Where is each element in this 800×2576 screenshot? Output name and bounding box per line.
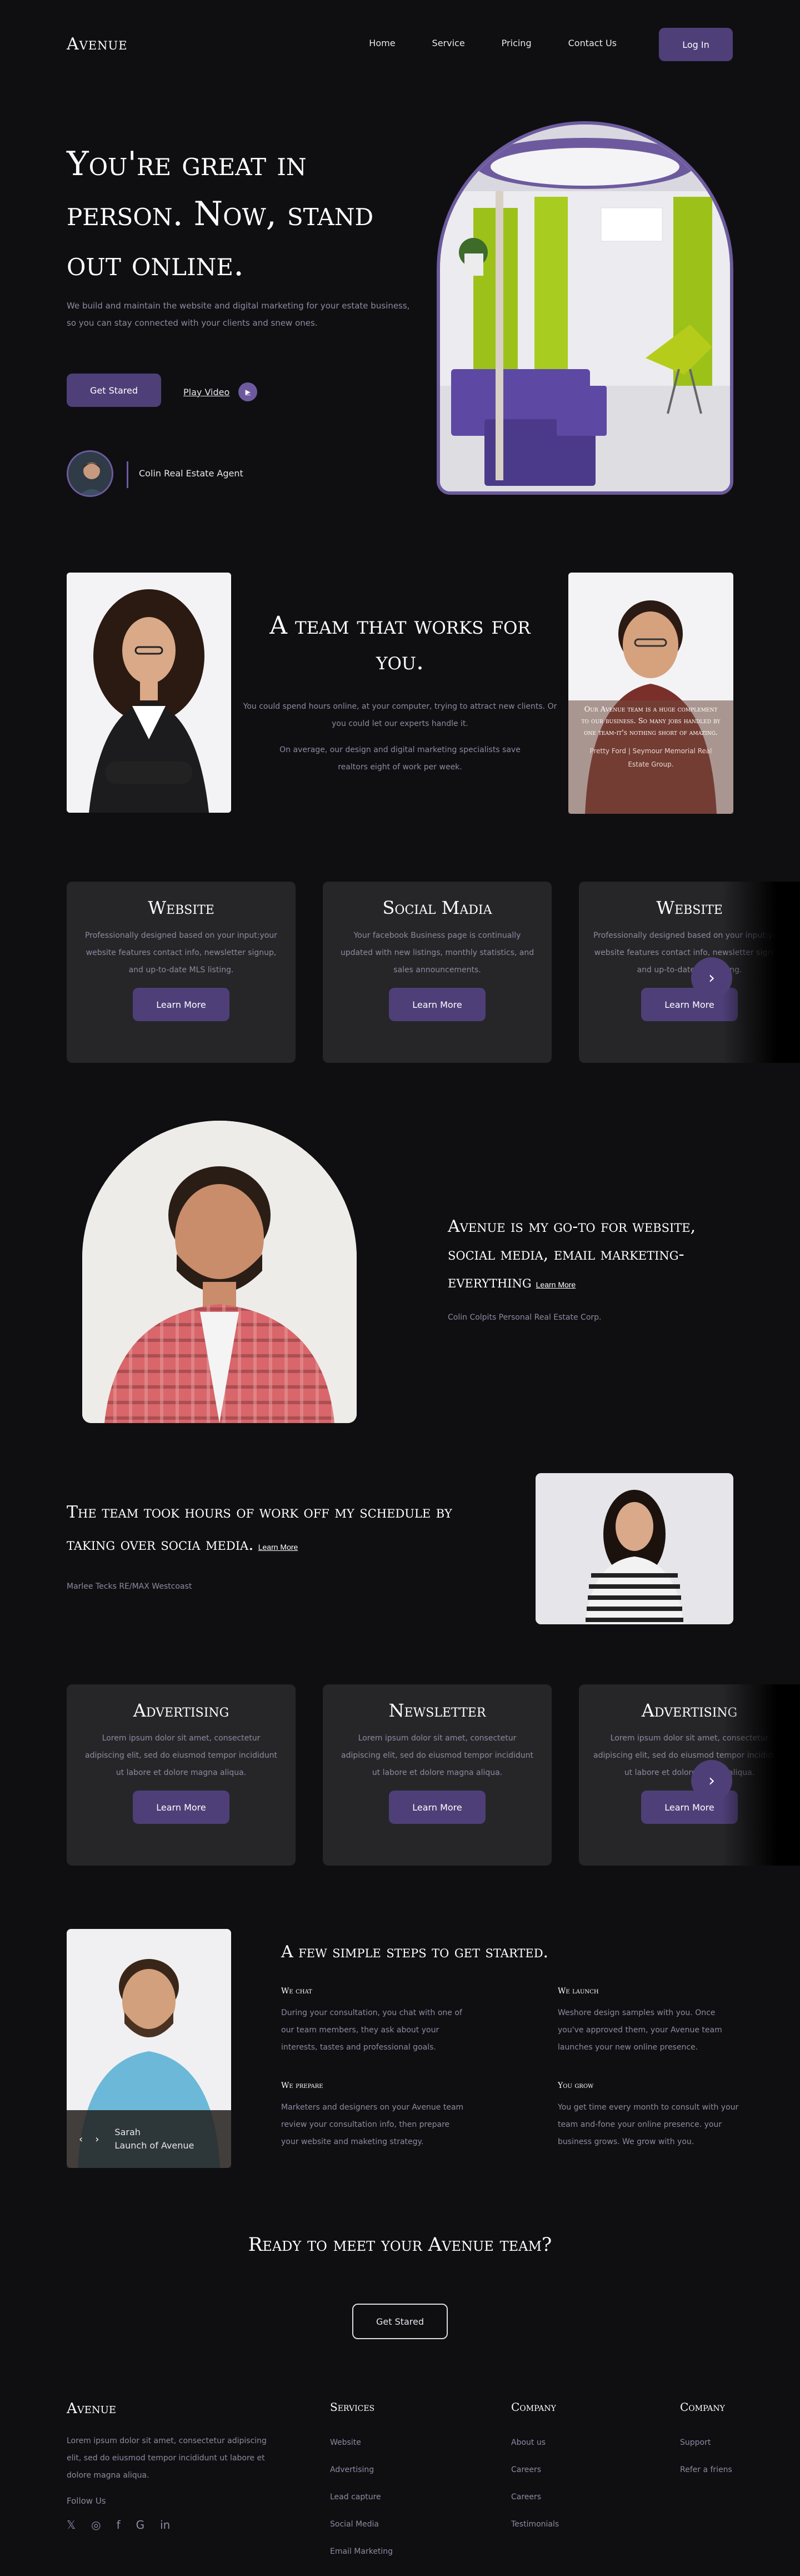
testimonial-photo-woman bbox=[536, 1473, 733, 1624]
step-text: Weshore design samples with you. Once yo… bbox=[558, 2008, 722, 2052]
member-role: Launch of Avenue bbox=[114, 2140, 194, 2151]
step-you-grow: You grow You get time every month to con… bbox=[558, 2081, 741, 2151]
footer-link[interactable]: Advertising bbox=[330, 2456, 393, 2484]
hero-room-image bbox=[437, 121, 733, 495]
get-started-button-2[interactable]: Get Stared bbox=[352, 2304, 448, 2339]
step-text: During your consultation, you chat with … bbox=[281, 2008, 462, 2052]
service-card-social-media: Social Madia Your facebook Business page… bbox=[323, 882, 552, 1063]
learn-more-button[interactable]: Learn More bbox=[133, 1791, 229, 1824]
hero-description: We build and maintain the website and di… bbox=[67, 301, 410, 328]
footer-col-title: Company bbox=[511, 2400, 556, 2414]
step-text: Marketers and designers on your Avenue t… bbox=[281, 2103, 464, 2146]
learn-more-link[interactable]: Learn More bbox=[536, 1280, 576, 1289]
footer-link[interactable]: Website bbox=[330, 2429, 393, 2456]
service-card-website: Website Professionally designed based on… bbox=[67, 882, 296, 1063]
step-title: We launch bbox=[558, 1987, 599, 1996]
chevron-left-icon[interactable]: ‹ bbox=[79, 2134, 83, 2145]
footer-link[interactable]: About us bbox=[511, 2429, 559, 2456]
chevron-right-icon[interactable]: › bbox=[691, 957, 732, 998]
instagram-icon[interactable]: ◎ bbox=[91, 2518, 101, 2532]
logo[interactable]: Avenue bbox=[67, 34, 128, 54]
learn-more-button[interactable]: Learn More bbox=[133, 988, 229, 1021]
testimonial-2: The team took hours of work off my sched… bbox=[67, 1496, 489, 1563]
step-title: You grow bbox=[558, 2081, 594, 2090]
card-title: Advertising bbox=[133, 1700, 229, 1721]
card-title: Newsletter bbox=[388, 1700, 486, 1721]
footer-link[interactable]: Support bbox=[680, 2429, 732, 2456]
quote-text: Our Avenue team is a huge complement to … bbox=[581, 705, 721, 737]
play-icon[interactable]: ▶ bbox=[238, 382, 258, 401]
agent-name: Colin Real Estate Agent bbox=[139, 468, 243, 479]
ready-title: Ready to meet your Avenue team? bbox=[248, 2234, 552, 2256]
step-we-chat: We chat During your consultation, you ch… bbox=[281, 1987, 464, 2056]
play-video-label: Play Video bbox=[183, 386, 230, 397]
learn-more-button[interactable]: Learn More bbox=[389, 988, 486, 1021]
main-nav: Home Service Pricing Contact Us bbox=[369, 38, 617, 48]
step-we-launch: We launch Weshore design samples with yo… bbox=[558, 1987, 741, 2056]
footer-link[interactable]: Social Media bbox=[330, 2511, 393, 2538]
login-button[interactable]: Log In bbox=[659, 28, 733, 61]
testimonial-author: Marlee Tecks RE/MAX Westcoast bbox=[67, 1582, 192, 1591]
nav-service[interactable]: Service bbox=[432, 38, 465, 48]
footer-link[interactable]: Email Marketing bbox=[330, 2538, 393, 2565]
card-description: Your facebook Business page is continual… bbox=[340, 931, 534, 974]
footer-link[interactable]: Testimonials bbox=[511, 2511, 559, 2538]
testimonial-1: Avenue is my go-to for website, social m… bbox=[448, 1213, 737, 1299]
footer-link[interactable]: Careers bbox=[511, 2456, 559, 2484]
card-description: Lorem ipsum dolor sit amet, consectetur … bbox=[341, 1734, 533, 1777]
steps-title: A few simple steps to get started. bbox=[281, 1942, 549, 1962]
footer-description: Lorem ipsum dolor sit amet, consectetur … bbox=[67, 2436, 267, 2480]
team-photo-woman bbox=[67, 573, 231, 813]
footer-link[interactable]: Refer a friens bbox=[680, 2456, 732, 2484]
carousel-fade bbox=[722, 1684, 800, 1866]
nav-pricing[interactable]: Pricing bbox=[502, 38, 532, 48]
card-title: Website bbox=[148, 897, 214, 918]
team-title: A team that works for you. bbox=[269, 611, 531, 675]
card-description: Professionally designed based on your in… bbox=[85, 931, 277, 974]
team-paragraph-2: On average, our design and digital marke… bbox=[279, 745, 521, 772]
chevron-right-icon[interactable]: › bbox=[95, 2134, 99, 2145]
step-we-prepare: We prepare Marketers and designers on yo… bbox=[281, 2081, 464, 2151]
follow-us-label: Follow Us bbox=[67, 2496, 106, 2506]
footer-services: Services Website Advertising Lead captur… bbox=[330, 2400, 393, 2565]
card-title: Social Madia bbox=[382, 897, 492, 918]
twitter-icon[interactable]: 𝕏 bbox=[67, 2518, 76, 2532]
chevron-right-icon[interactable]: › bbox=[691, 1760, 732, 1801]
quote-overlay: Our Avenue team is a huge complement to … bbox=[568, 700, 733, 814]
service-card-advertising: Advertising Lorem ipsum dolor sit amet, … bbox=[67, 1684, 296, 1866]
learn-more-link[interactable]: Learn More bbox=[258, 1543, 298, 1551]
footer-col-title: Company bbox=[680, 2400, 725, 2414]
divider bbox=[127, 461, 128, 488]
learn-more-button[interactable]: Learn More bbox=[389, 1791, 486, 1824]
footer-link[interactable]: Careers bbox=[511, 2484, 559, 2511]
get-started-button[interactable]: Get Stared bbox=[67, 374, 161, 407]
quote-author: Pretty Ford | Seymour Memorial Real Esta… bbox=[589, 747, 712, 768]
footer-company-2: Company Support Refer a friens bbox=[680, 2400, 732, 2484]
card-description: Lorem ipsum dolor sit amet, consectetur … bbox=[84, 1734, 277, 1777]
member-name: Sarah bbox=[114, 2127, 141, 2137]
footer-company: Company About us Careers Careers Testimo… bbox=[511, 2400, 559, 2538]
footer-col-title: Services bbox=[330, 2400, 375, 2414]
nav-contact[interactable]: Contact Us bbox=[568, 38, 617, 48]
google-icon[interactable]: G bbox=[136, 2518, 145, 2532]
team-paragraph-1: You could spend hours online, at your co… bbox=[243, 702, 557, 728]
footer-logo[interactable]: Avenue bbox=[67, 2400, 116, 2417]
carousel-fade bbox=[722, 882, 800, 1063]
social-links: 𝕏 ◎ f G in bbox=[67, 2518, 170, 2532]
service-card-newsletter: Newsletter Lorem ipsum dolor sit amet, c… bbox=[323, 1684, 552, 1866]
team-member-caption: ‹ › Sarah Launch of Avenue bbox=[67, 2110, 231, 2168]
facebook-icon[interactable]: f bbox=[117, 2518, 121, 2532]
nav-home[interactable]: Home bbox=[369, 38, 395, 48]
testimonial-photo-man bbox=[82, 1121, 357, 1423]
hero-title: You're great in person. Now, stand out o… bbox=[67, 145, 374, 284]
play-video-link[interactable]: Play Video ▶ bbox=[183, 382, 258, 401]
step-title: We chat bbox=[281, 1987, 312, 1996]
step-text: You get time every month to consult with… bbox=[558, 2103, 739, 2146]
testimonial-author: Colin Colpits Personal Real Estate Corp. bbox=[448, 1313, 602, 1322]
footer-link[interactable]: Lead capture bbox=[330, 2484, 393, 2511]
linkedin-icon[interactable]: in bbox=[160, 2518, 170, 2532]
agent-avatar bbox=[67, 450, 113, 497]
step-title: We prepare bbox=[281, 2081, 323, 2090]
